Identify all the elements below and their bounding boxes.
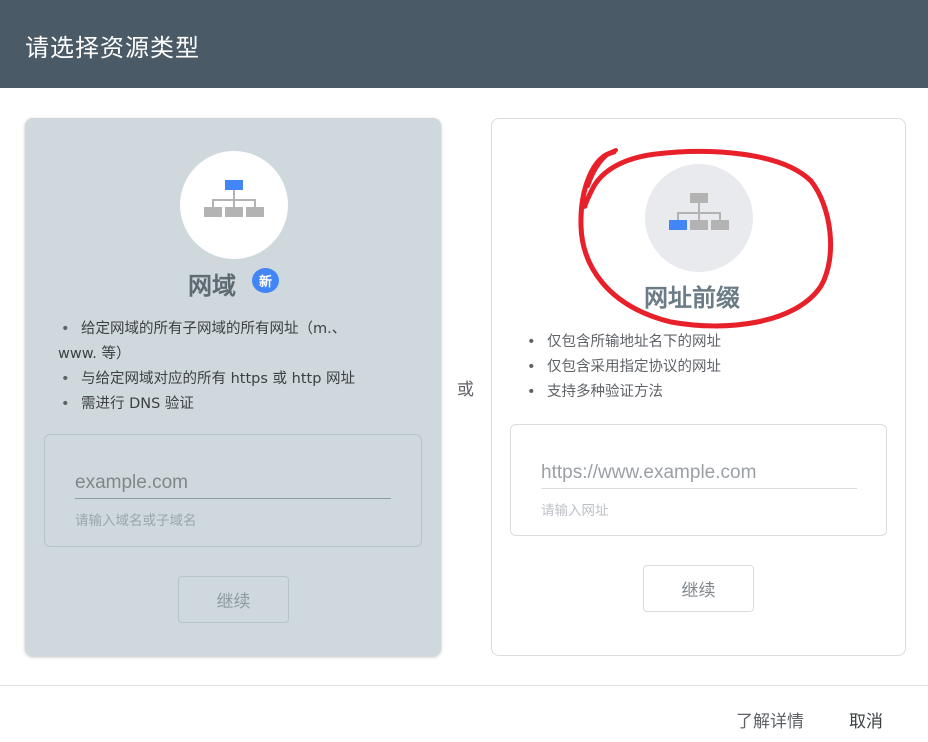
domain-card-title: 网域 xyxy=(188,272,236,300)
cancel-button[interactable]: 取消 xyxy=(849,707,883,732)
domain-feature-text: 与给定网域对应的所有 https 或 http 网址 xyxy=(81,371,356,387)
url-prefix-feature-text: 支持多种验证方法 xyxy=(547,384,663,400)
domain-feature-text: 需进行 DNS 验证 xyxy=(81,396,194,412)
url-prefix-input-container: 请输入网址 xyxy=(510,424,887,536)
url-prefix-feature-list: 仅包含所输地址名下的网址 仅包含采用指定协议的网址 支持多种验证方法 xyxy=(524,330,864,405)
domain-input-container: 请输入域名或子域名 xyxy=(44,434,422,547)
url-prefix-feature-text: 仅包含所输地址名下的网址 xyxy=(547,334,721,350)
url-prefix-feature-text: 仅包含采用指定协议的网址 xyxy=(547,359,721,375)
url-prefix-card[interactable]: 网址前缀 仅包含所输地址名下的网址 仅包含采用指定协议的网址 支持多种验证方法 … xyxy=(491,118,906,656)
list-item: 仅包含采用指定协议的网址 xyxy=(524,355,864,380)
domain-feature-list: 给定网域的所有子网域的所有网址（m.、 www. 等） 与给定网域对应的所有 h… xyxy=(58,317,388,417)
or-separator: 或 xyxy=(457,380,474,400)
dialog-header: 请选择资源类型 xyxy=(0,0,928,88)
list-item: 支持多种验证方法 xyxy=(524,380,864,405)
domain-icon-circle xyxy=(180,151,288,259)
domain-continue-button[interactable]: 继续 xyxy=(178,576,289,623)
domain-card[interactable]: 网域 新 给定网域的所有子网域的所有网址（m.、 www. 等） 与给定网域对应… xyxy=(25,118,441,656)
domain-feature-text: 给定网域的所有子网域的所有网址（m.、 xyxy=(81,321,347,337)
url-prefix-card-title: 网址前缀 xyxy=(644,284,740,312)
url-prefix-input[interactable] xyxy=(541,458,857,489)
sitemap-icon xyxy=(204,180,264,217)
url-prefix-icon-circle xyxy=(645,164,753,272)
url-prefix-input-hint: 请输入网址 xyxy=(541,503,609,519)
new-badge: 新 xyxy=(252,268,279,293)
domain-input-hint: 请输入域名或子域名 xyxy=(75,513,197,529)
dialog-title: 请选择资源类型 xyxy=(25,34,200,62)
domain-input[interactable] xyxy=(75,468,391,499)
list-item: 仅包含所输地址名下的网址 xyxy=(524,330,864,355)
list-item: 需进行 DNS 验证 xyxy=(58,392,388,417)
url-prefix-continue-button[interactable]: 继续 xyxy=(643,565,754,612)
learn-more-button[interactable]: 了解详情 xyxy=(736,707,804,732)
footer-divider xyxy=(0,685,928,686)
list-item: 与给定网域对应的所有 https 或 http 网址 xyxy=(58,367,388,392)
domain-feature-text: www. 等） xyxy=(58,346,131,362)
sitemap-icon xyxy=(669,193,729,230)
list-item: 给定网域的所有子网域的所有网址（m.、 www. 等） xyxy=(58,317,388,367)
